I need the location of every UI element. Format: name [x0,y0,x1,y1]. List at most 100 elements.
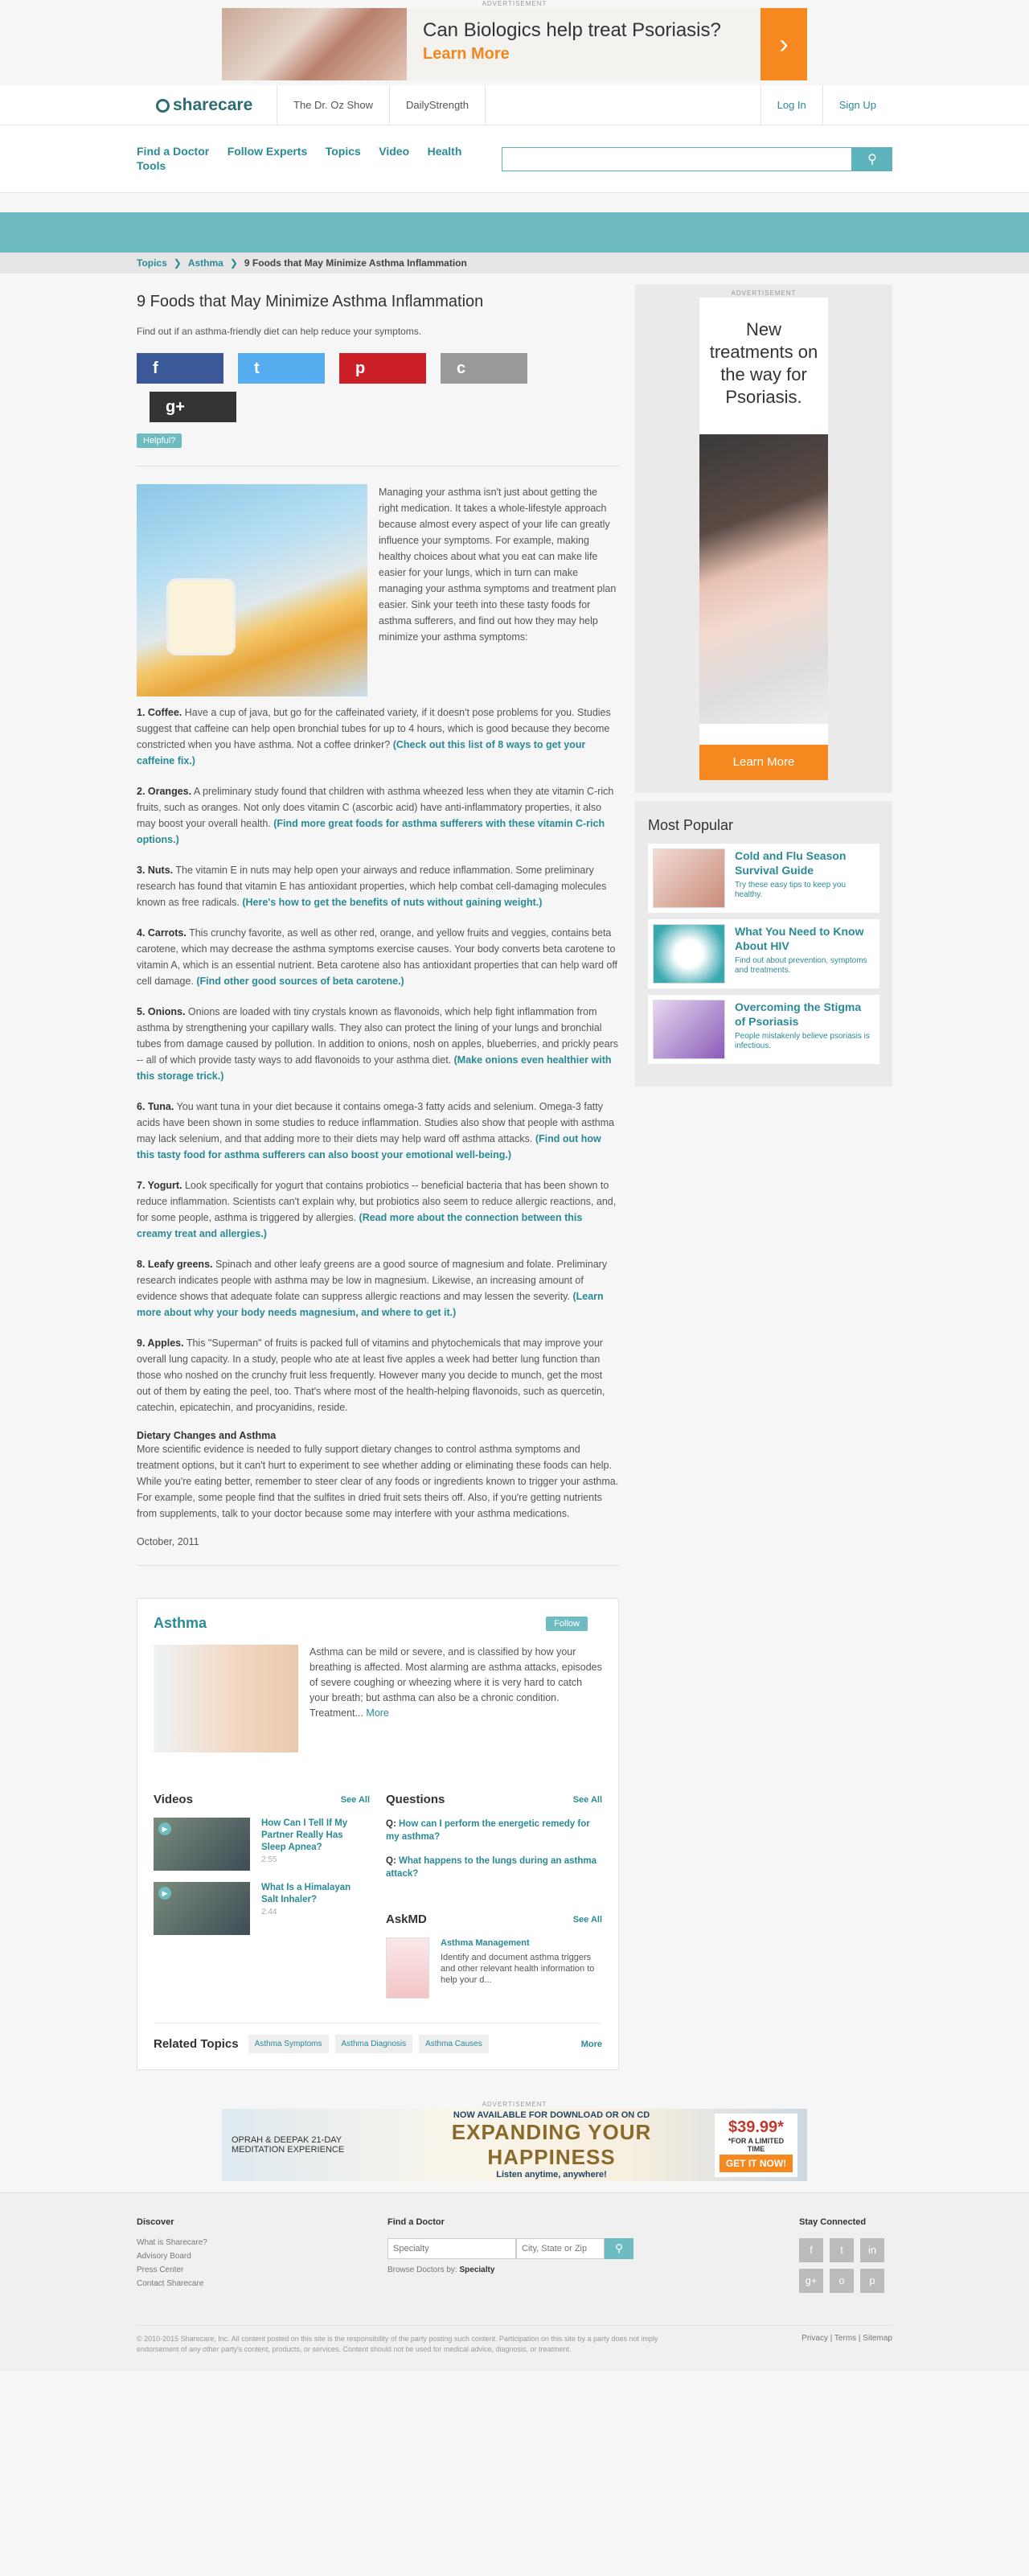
nav-find-doctor[interactable]: Find a Doctor [137,145,209,158]
breadcrumb-topics[interactable]: Topics [137,257,167,269]
food-item: 2. Oranges. A preliminary study found th… [137,786,614,845]
article: 9 Foods that May Minimize Asthma Inflamm… [137,285,619,2070]
video-thumbnail[interactable]: ▶ [154,1818,250,1871]
related-more-link[interactable]: More [581,2040,602,2049]
sharecare-logo[interactable]: sharecare [137,85,277,125]
helpful-button[interactable]: Helpful? [137,433,182,448]
teal-band [0,212,1029,253]
related-tag[interactable]: Asthma Causes [419,2035,489,2053]
ad-learn-more[interactable]: Learn More [423,45,744,64]
search-icon: ⚲ [867,153,877,166]
nav-follow-experts[interactable]: Follow Experts [228,145,308,158]
nav-video[interactable]: Video [379,145,409,158]
videos-heading: Videos [154,1793,193,1806]
topic-image [154,1645,298,1752]
gplus-icon[interactable]: g+ [799,2269,823,2293]
popular-thumb [653,1000,725,1059]
popular-item[interactable]: Cold and Flu Season Survival Guide Try th… [648,844,879,913]
related-tag[interactable]: Asthma Diagnosis [334,2035,413,2053]
linkedin-icon[interactable]: in [860,2238,884,2262]
video-item[interactable]: ▶ What Is a Himalayan Salt Inhaler? 2:44 [154,1882,370,1935]
food-item-link[interactable]: (Find other good sources of beta caroten… [196,976,404,987]
sidebar-ad-banner[interactable]: New treatments on the way for Psoriasis.… [699,298,828,780]
ad-photo [222,8,407,80]
sidebar-ad-button[interactable]: Learn More [699,745,828,780]
videos-see-all[interactable]: See All [341,1795,370,1805]
footer-link[interactable]: Press Center [137,2266,387,2274]
footer-link[interactable]: Advisory Board [137,2252,387,2261]
chevron-right-icon[interactable]: › [760,8,807,80]
askmd-title[interactable]: Asthma Management [441,1937,602,1949]
login-link[interactable]: Log In [760,85,822,125]
play-icon: ▶ [158,1822,171,1835]
video-title[interactable]: How Can I Tell If My Partner Really Has … [261,1818,370,1854]
askmd-see-all[interactable]: See All [573,1915,602,1925]
top-ad-banner[interactable]: Can Biologics help treat Psoriasis? Lear… [222,8,807,80]
topic-title[interactable]: Asthma [154,1615,207,1632]
popular-thumb [653,924,725,984]
browse-doctors: Browse Doctors by: Specialty [387,2266,495,2274]
ad-label: ADVERTISEMENT [482,2101,547,2108]
yogurt-image [137,484,367,696]
video-item[interactable]: ▶ How Can I Tell If My Partner Really Ha… [154,1818,370,1871]
footer-legal-links[interactable]: Privacy | Terms | Sitemap [801,2334,892,2355]
related-heading: Related Topics [154,2037,239,2051]
search-button[interactable]: ⚲ [852,147,892,171]
most-popular-heading: Most Popular [648,817,734,833]
question-item[interactable]: Q: How can I perform the energetic remed… [386,1818,602,1843]
dr-oz-link[interactable]: The Dr. Oz Show [277,85,390,125]
popular-item[interactable]: Overcoming the Stigma of Psoriasis People… [648,995,879,1064]
most-popular: Most Popular Cold and Flu Season Surviva… [635,801,892,1087]
askmd-heading: AskMD [386,1912,427,1926]
videos-column: Videos See All ▶ How Can I Tell If My Par… [154,1793,370,1999]
sidebar: ADVERTISEMENT New treatments on the way … [635,285,892,2070]
related-tag[interactable]: Asthma Symptoms [248,2035,329,2053]
footer-link[interactable]: Contact Sharecare [137,2279,387,2288]
pinterest-icon[interactable]: p [860,2269,884,2293]
bottom-ad-price[interactable]: $39.99* *FOR A LIMITED TIME GET IT NOW! [714,2113,797,2177]
video-duration: 2:44 [261,1908,277,1917]
bottom-ad-banner[interactable]: OPRAH & DEEPAK 21-DAY MEDITATION EXPERIE… [222,2109,807,2181]
sidebar-ad-text: New treatments on the way for Psoriasis. [709,319,818,407]
article-date: October, 2011 [137,1536,199,1547]
nav-topics[interactable]: Topics [326,145,361,158]
ad-label: ADVERTISEMENT [731,290,797,297]
cc-share-button[interactable]: c [441,353,527,384]
signup-link[interactable]: Sign Up [822,85,892,125]
search-input[interactable] [502,147,852,171]
follow-button[interactable]: Follow [546,1616,588,1631]
instagram-icon[interactable]: o [830,2269,854,2293]
askmd-section: AskMD See All Asthma Management Identify a… [386,1912,602,1999]
chevron-right-icon: ❯ [229,257,238,269]
twitter-share-button[interactable]: t [238,353,325,384]
food-item-link[interactable]: (Here's how to get the benefits of nuts … [242,897,542,908]
topic-more-link[interactable]: More [366,1707,388,1719]
gplus-share-button[interactable]: g+ [150,392,236,422]
footer-discover: Discover What is Sharecare? Advisory Boa… [137,2217,387,2293]
questions-see-all[interactable]: See All [573,1795,602,1805]
page-title: 9 Foods that May Minimize Asthma Inflamm… [137,293,484,310]
ad-label: ADVERTISEMENT [482,0,547,7]
topic-card: Asthma Follow Asthma can be mild or seve… [137,1598,619,2070]
pinterest-share-button[interactable]: p [339,353,426,384]
food-item: 9. Apples. This "Superman" of fruits is … [137,1337,605,1413]
food-item: 8. Leafy greens. Spinach and other leafy… [137,1259,608,1318]
popular-item[interactable]: What You Need to Know About HIV Find out … [648,919,879,988]
video-thumbnail[interactable]: ▶ [154,1882,250,1935]
twitter-icon[interactable]: t [830,2238,854,2262]
bottom-ad-middle: NOW AVAILABLE FOR DOWNLOAD OR ON CD EXPA… [451,2110,652,2180]
facebook-icon[interactable]: f [799,2238,823,2262]
breadcrumb-asthma[interactable]: Asthma [188,257,223,269]
dietary-paragraph: More scientific evidence is needed to fu… [137,1444,619,1519]
doctor-search-button[interactable]: ⚲ [605,2238,633,2259]
footer-link[interactable]: What is Sharecare? [137,2238,387,2247]
browse-specialty-link[interactable]: Specialty [459,2266,494,2274]
question-item[interactable]: Q: What happens to the lungs during an a… [386,1855,602,1880]
nav-header: Find a Doctor Follow Experts Topics Vide… [0,125,1029,193]
get-it-now-button[interactable]: GET IT NOW! [719,2154,793,2172]
dailystrength-link[interactable]: DailyStrength [390,85,486,125]
facebook-share-button[interactable]: f [137,353,223,384]
specialty-input[interactable] [387,2238,516,2259]
video-title[interactable]: What Is a Himalayan Salt Inhaler? [261,1882,370,1906]
location-input[interactable] [516,2238,605,2259]
